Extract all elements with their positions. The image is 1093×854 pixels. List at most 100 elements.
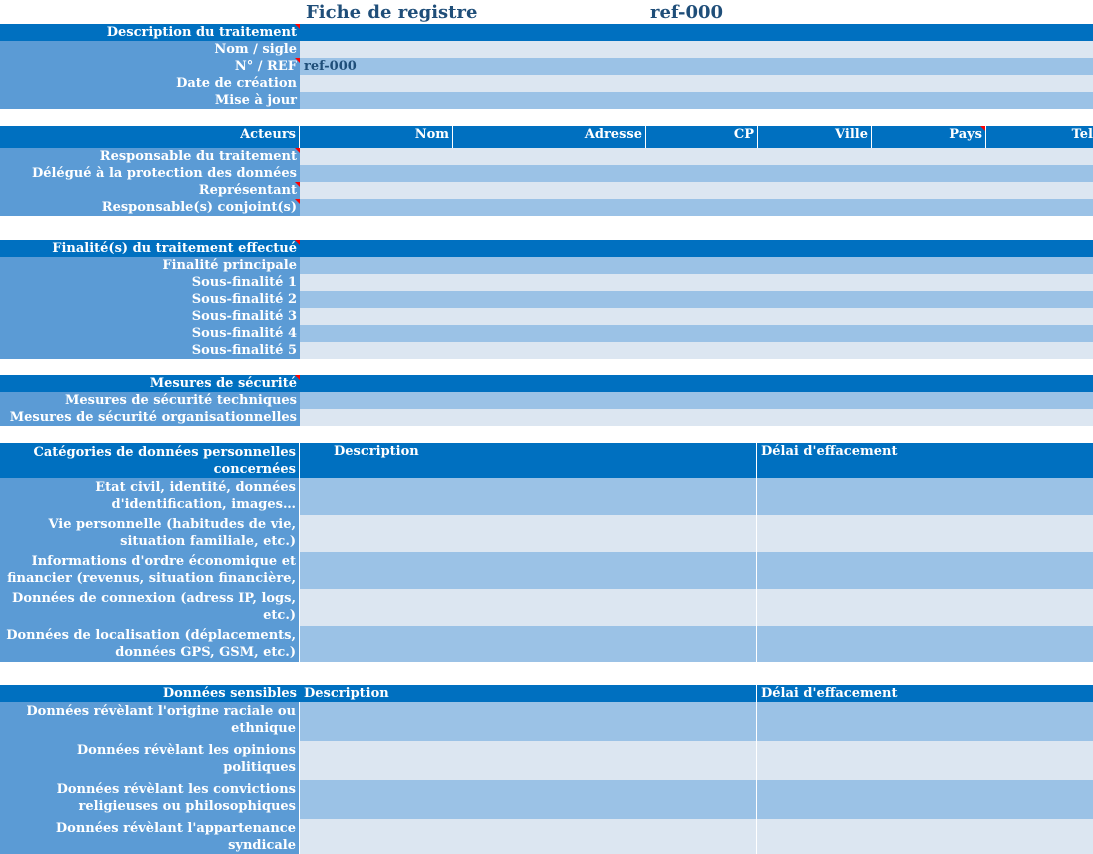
sensibles-title[interactable]: Données sensibles xyxy=(0,685,300,702)
column-header-delai[interactable]: Délai d'effacement xyxy=(757,443,1093,478)
acteurs-row: Délégué à la protection des données xyxy=(0,165,1093,182)
row-label[interactable]: Données de localisation (déplacements, d… xyxy=(0,626,300,662)
sensibles-row: Données révèlant les opinions politiques xyxy=(0,741,1093,780)
description-cell[interactable] xyxy=(300,819,757,854)
row-label[interactable]: Etat civil, identité, données d'identifi… xyxy=(0,478,300,515)
delai-cell[interactable] xyxy=(757,589,1093,626)
description-cell[interactable] xyxy=(300,702,757,741)
value-cell[interactable] xyxy=(300,308,1093,325)
header-fill[interactable] xyxy=(300,240,1093,257)
securite-header-row: Mesures de sécurité xyxy=(0,375,1093,392)
row-label[interactable]: Sous-finalité 2 xyxy=(0,291,300,308)
header-fill[interactable] xyxy=(300,375,1093,392)
description-header-fill[interactable] xyxy=(300,24,1093,41)
value-cell[interactable] xyxy=(300,92,1093,109)
row-label[interactable]: Informations d'ordre économique et finan… xyxy=(0,552,300,589)
row-label[interactable]: Sous-finalité 4 xyxy=(0,325,300,342)
row-label[interactable]: Données révèlant les convictions religie… xyxy=(0,780,300,819)
row-label[interactable]: Responsable du traitement xyxy=(0,148,300,165)
value-cell[interactable] xyxy=(300,325,1093,342)
ref-value-cell[interactable]: ref-000 xyxy=(300,58,1093,75)
description-cell[interactable] xyxy=(300,515,757,552)
delai-cell[interactable] xyxy=(757,819,1093,854)
value-cell[interactable] xyxy=(300,165,1093,182)
row-label[interactable]: Données de connexion (adress IP, logs, e… xyxy=(0,589,300,626)
categories-title[interactable]: Catégories de données personnelles conce… xyxy=(0,443,300,478)
categories-row: Données de localisation (déplacements, d… xyxy=(0,626,1093,662)
value-cell[interactable] xyxy=(300,342,1093,359)
description-row-maj: Mise à jour xyxy=(0,92,1093,109)
row-label[interactable]: Responsable(s) conjoint(s) xyxy=(0,199,300,216)
column-header-description[interactable]: Description xyxy=(300,685,757,702)
value-cell[interactable] xyxy=(300,257,1093,274)
row-label[interactable]: Données révèlant l'appartenance syndical… xyxy=(0,819,300,854)
row-label[interactable]: Mesures de sécurité organisationnelles xyxy=(0,409,300,426)
row-label[interactable]: Mesures de sécurité techniques xyxy=(0,392,300,409)
row-label[interactable]: Vie personnelle (habitudes de vie, situa… xyxy=(0,515,300,552)
description-row-nom: Nom / sigle xyxy=(0,41,1093,58)
value-cell[interactable] xyxy=(300,199,1093,216)
delai-cell[interactable] xyxy=(757,741,1093,780)
row-label[interactable]: Date de création xyxy=(0,75,300,92)
description-row-date: Date de création xyxy=(0,75,1093,92)
description-cell[interactable] xyxy=(300,780,757,819)
description-row-ref: N° / REF ref-000 xyxy=(0,58,1093,75)
row-label[interactable]: Finalité principale xyxy=(0,257,300,274)
value-cell[interactable] xyxy=(300,409,1093,426)
row-label[interactable]: Sous-finalité 3 xyxy=(0,308,300,325)
delai-cell[interactable] xyxy=(757,478,1093,515)
row-label[interactable]: Délégué à la protection des données xyxy=(0,165,300,182)
finalites-row: Sous-finalité 1 xyxy=(0,274,1093,291)
acteurs-title[interactable]: Acteurs xyxy=(0,126,300,148)
column-header-pays[interactable]: Pays xyxy=(872,126,986,148)
column-header-description[interactable]: Description xyxy=(300,443,757,478)
column-header-delai[interactable]: Délai d'effacement xyxy=(757,685,1093,702)
row-label[interactable]: Données révèlant les opinions politiques xyxy=(0,741,300,780)
description-cell[interactable] xyxy=(300,552,757,589)
description-header-row: Description du traitement xyxy=(0,24,1093,41)
securite-row: Mesures de sécurité organisationnelles xyxy=(0,409,1093,426)
securite-title[interactable]: Mesures de sécurité xyxy=(0,375,300,392)
value-cell[interactable] xyxy=(300,148,1093,165)
value-cell[interactable] xyxy=(300,75,1093,92)
row-label[interactable]: Nom / sigle xyxy=(0,41,300,58)
finalites-row: Finalité principale xyxy=(0,257,1093,274)
finalites-header-row: Finalité(s) du traitement effectué xyxy=(0,240,1093,257)
description-cell[interactable] xyxy=(300,626,757,662)
value-cell[interactable] xyxy=(300,182,1093,199)
categories-header-row: Catégories de données personnelles conce… xyxy=(0,443,1093,478)
delai-cell[interactable] xyxy=(757,515,1093,552)
column-header-nom[interactable]: Nom xyxy=(300,126,453,148)
categories-row: Vie personnelle (habitudes de vie, situa… xyxy=(0,515,1093,552)
delai-cell[interactable] xyxy=(757,626,1093,662)
categories-row: Etat civil, identité, données d'identifi… xyxy=(0,478,1093,515)
value-cell[interactable] xyxy=(300,291,1093,308)
column-header-adresse[interactable]: Adresse xyxy=(453,126,646,148)
acteurs-header-row: Acteurs Nom Adresse CP Ville Pays Tel xyxy=(0,126,1093,148)
row-label[interactable]: Sous-finalité 5 xyxy=(0,342,300,359)
finalites-row: Sous-finalité 4 xyxy=(0,325,1093,342)
row-label[interactable]: N° / REF xyxy=(0,58,300,75)
delai-cell[interactable] xyxy=(757,702,1093,741)
column-header-ville[interactable]: Ville xyxy=(758,126,872,148)
categories-row: Données de connexion (adress IP, logs, e… xyxy=(0,589,1093,626)
value-cell[interactable] xyxy=(300,41,1093,58)
finalites-title[interactable]: Finalité(s) du traitement effectué xyxy=(0,240,300,257)
finalites-row: Sous-finalité 5 xyxy=(0,342,1093,359)
value-cell[interactable] xyxy=(300,274,1093,291)
value-cell[interactable] xyxy=(300,392,1093,409)
row-label[interactable]: Mise à jour xyxy=(0,92,300,109)
description-cell[interactable] xyxy=(300,741,757,780)
description-title[interactable]: Description du traitement xyxy=(0,24,300,41)
acteurs-row: Responsable du traitement xyxy=(0,148,1093,165)
row-label[interactable]: Données révèlant l'origine raciale ou et… xyxy=(0,702,300,741)
row-label[interactable]: Sous-finalité 1 xyxy=(0,274,300,291)
description-cell[interactable] xyxy=(300,589,757,626)
acteurs-row: Responsable(s) conjoint(s) xyxy=(0,199,1093,216)
description-cell[interactable] xyxy=(300,478,757,515)
column-header-tel[interactable]: Tel xyxy=(986,126,1093,148)
row-label[interactable]: Représentant xyxy=(0,182,300,199)
delai-cell[interactable] xyxy=(757,780,1093,819)
column-header-cp[interactable]: CP xyxy=(646,126,758,148)
delai-cell[interactable] xyxy=(757,552,1093,589)
